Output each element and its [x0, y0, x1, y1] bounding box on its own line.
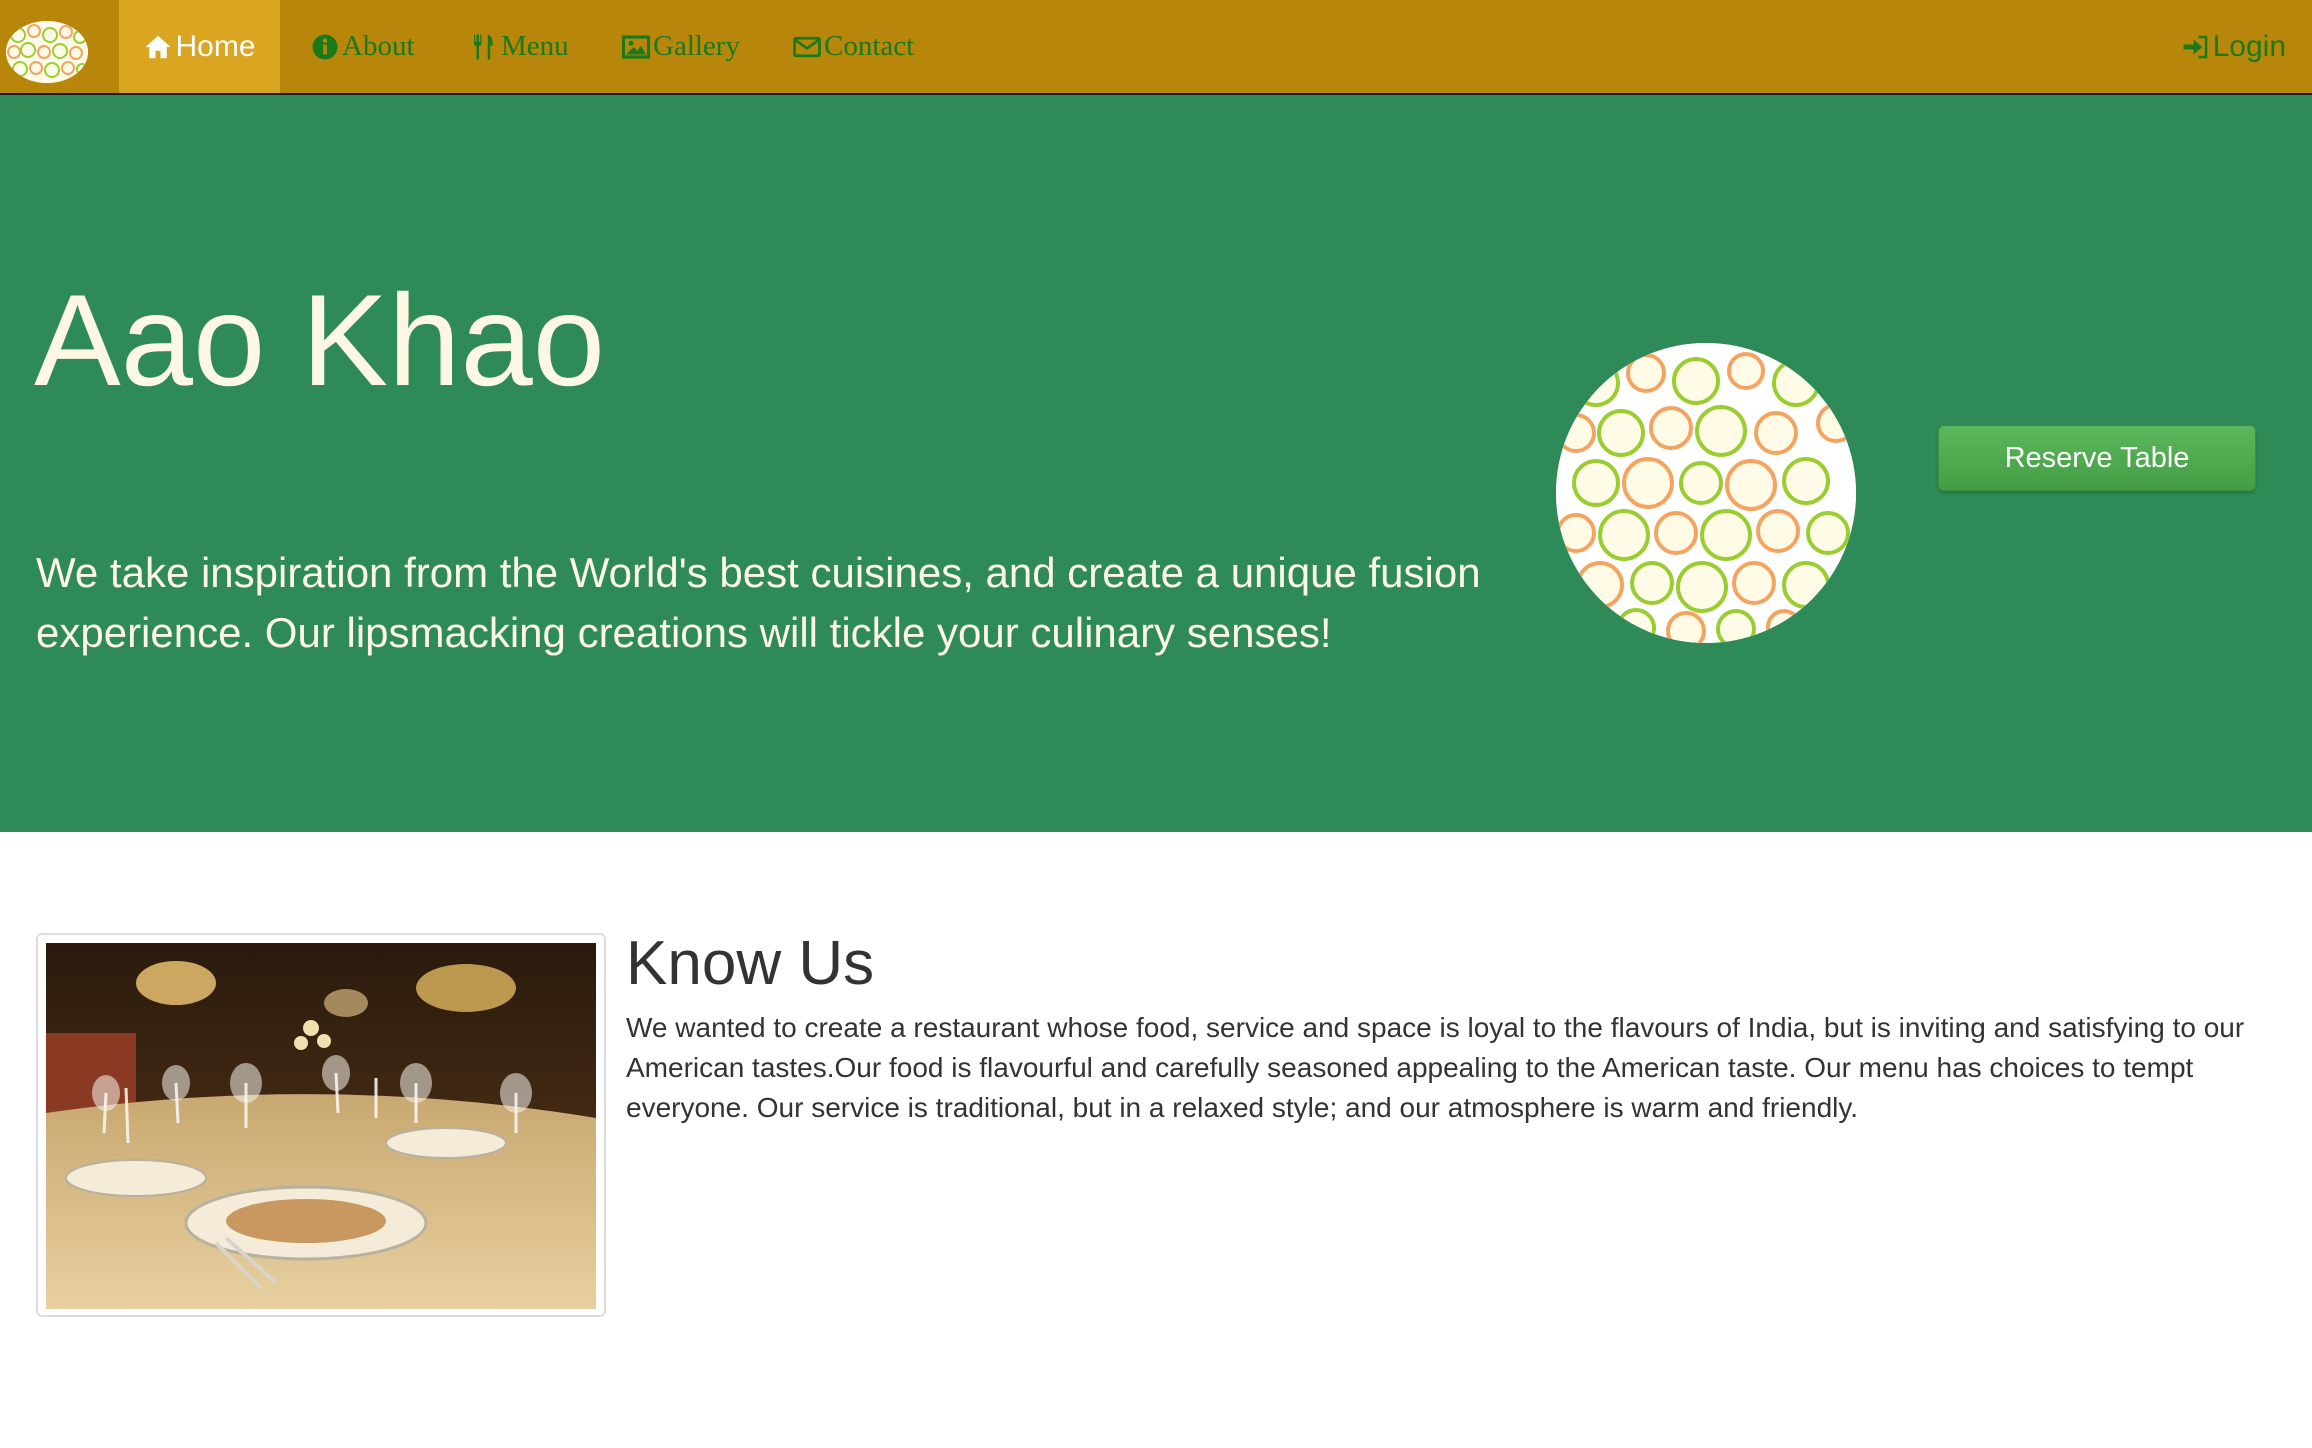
restaurant-photo	[36, 933, 606, 1317]
nav-gallery[interactable]: Gallery	[621, 0, 740, 93]
nav-contact-label: Contact	[824, 30, 915, 62]
reserve-table-button[interactable]: Reserve Table	[1938, 425, 2256, 491]
navbar: Home About Menu Gallery Contact Login	[0, 0, 2312, 95]
nav-login-label: Login	[2212, 29, 2286, 63]
picture-icon	[621, 34, 651, 59]
envelope-icon	[793, 36, 821, 57]
nav-about-label: About	[342, 30, 415, 62]
cutlery-icon	[474, 34, 493, 59]
citrus-slices-image	[1556, 343, 1856, 643]
nav-about[interactable]: About	[310, 0, 415, 93]
info-icon	[312, 34, 338, 59]
brand-logo[interactable]	[6, 21, 88, 83]
know-us-title: Know Us	[626, 929, 875, 998]
nav-home[interactable]: Home	[119, 0, 280, 93]
home-icon	[145, 35, 171, 58]
nav-menu[interactable]: Menu	[469, 0, 569, 93]
hero-description: We take inspiration from the World's bes…	[36, 549, 1481, 656]
nav-home-label: Home	[175, 29, 256, 63]
login-icon	[2183, 35, 2207, 58]
nav-gallery-label: Gallery	[653, 30, 740, 62]
hero-title: Aao Khao	[34, 267, 606, 413]
nav-login[interactable]: Login	[2181, 0, 2286, 93]
hero-section: Aao Khao We take inspiration from the Wo…	[0, 95, 2312, 832]
know-us-text: We wanted to create a restaurant whose f…	[626, 1012, 2245, 1123]
nav-menu-label: Menu	[501, 30, 569, 62]
nav-contact[interactable]: Contact	[792, 0, 914, 93]
